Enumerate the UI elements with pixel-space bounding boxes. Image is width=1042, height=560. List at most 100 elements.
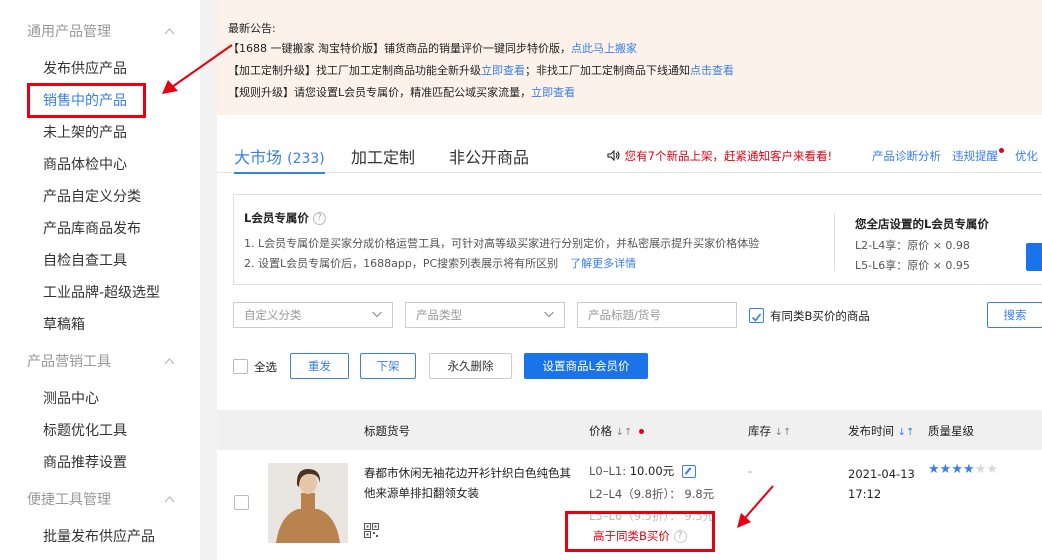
sort-icon[interactable]: ↓↑ (616, 427, 633, 438)
search-button[interactable]: 搜索 (987, 302, 1042, 328)
price-label: L0–L1: (589, 464, 627, 478)
notification-dot (998, 148, 1004, 153)
star-filled-icon: ★ (939, 462, 952, 477)
link-violation[interactable]: 违规提醒 (951, 148, 1004, 163)
announcement-text: 【加工定制升级】找工厂加工定制商品功能全新升级 (228, 64, 481, 77)
main-content: 最新公告: 【1688 一键搬家 淘宝特价版】铺货商品的销量评价一键同步特价版，… (217, 0, 1042, 560)
same-b-price-checkbox[interactable] (749, 308, 764, 323)
announcement-link-move[interactable]: 点此马上搬家 (571, 42, 637, 55)
sidebar-group-marketing[interactable]: 产品营销工具 (27, 351, 177, 373)
sidebar-item-library-publish[interactable]: 产品库商品发布 (43, 218, 141, 240)
sidebar-item-self-check[interactable]: 自检自查工具 (43, 250, 127, 272)
sidebar-item-not-listed[interactable]: 未上架的产品 (43, 122, 127, 144)
sort-icon[interactable]: ↓↑ (898, 427, 915, 438)
sidebar-group-tools[interactable]: 便捷工具管理 (27, 489, 177, 511)
row-checkbox[interactable] (234, 495, 249, 510)
announcement-text: ；非找工厂加工定制商品下线通知 (525, 64, 690, 77)
store-l-price-title: 您全店设置的L会员专属价 (855, 217, 989, 231)
star-empty-icon: ★ (986, 462, 998, 477)
top-links: 产品诊断分析 违规提醒 优化 (872, 148, 1038, 164)
highlight-box-sidebar (27, 83, 146, 118)
edit-icon[interactable] (681, 465, 696, 478)
chevron-up-icon (164, 358, 175, 365)
star-filled-icon: ★ (928, 462, 940, 477)
qrcode-icon[interactable] (364, 523, 379, 538)
announcement-text: 【规则升级】请您设置L会员专属价，精准匹配公域买家流量， (228, 86, 532, 99)
tab-private-products[interactable]: 非公开商品 (449, 144, 529, 168)
l-member-price-panel: L会员专属价 ? 1. L会员专属价是买家分成价格运营工具，可针对高等级买家进行… (233, 194, 1042, 285)
column-header-label: 库存 (748, 424, 771, 438)
price-l2l4: L2–L4（9.8折）： 9.8元 (589, 487, 715, 501)
l-member-title: L会员专属价 ? (244, 210, 326, 226)
same-b-price-label: 有同类B买价的商品 (770, 309, 870, 323)
title-search-input[interactable]: 产品标题/货号 (577, 302, 737, 328)
column-header-label: 价格 (589, 424, 612, 438)
chevron-down-icon (372, 311, 382, 318)
help-icon[interactable]: ? (312, 212, 326, 225)
republish-button[interactable]: 重发 (290, 353, 349, 379)
l-member-desc-text: 2. 设置L会员专属价后，1688app，PC搜索列表展示将有所区别 (244, 257, 559, 270)
panel-divider (834, 213, 835, 271)
star-filled-icon: ★ (951, 462, 963, 477)
tab-bar: 大市场 (233) 加工定制 非公开商品 您有7个新品上架，赶紧通知客户来看看!… (217, 139, 1042, 174)
tab-count: (233) (287, 151, 325, 167)
announcement-line: 【规则升级】请您设置L会员专属价，精准匹配公域买家流量，立即查看 (228, 82, 1042, 104)
link-diagnosis[interactable]: 产品诊断分析 (872, 149, 941, 163)
input-placeholder: 产品标题/货号 (588, 308, 661, 322)
sidebar-item-custom-category[interactable]: 产品自定义分类 (43, 186, 141, 208)
tab-market[interactable]: 大市场 (233) (234, 144, 325, 174)
announcement-title: 最新公告: (228, 22, 276, 35)
announcement-panel: 最新公告: 【1688 一键搬家 淘宝特价版】铺货商品的销量评价一键同步特价版，… (217, 0, 1042, 115)
chevron-up-icon (164, 496, 175, 503)
set-l-price-button[interactable]: 设置商品L会员价 (524, 353, 648, 379)
product-title[interactable]: 春都市休闲无袖花边开衫针织白色纯色其他来源单排扣翻领女装 (364, 463, 574, 503)
product-type-select[interactable]: 产品类型 (405, 302, 565, 328)
panel-action-button[interactable] (1026, 243, 1042, 271)
quality-stars: ★★★★★★ (928, 462, 998, 477)
announcement-link-click-view[interactable]: 点击查看 (690, 64, 734, 77)
link-optimize[interactable]: 优化 (1015, 149, 1038, 163)
stock-value: - (748, 464, 753, 478)
sort-icon[interactable]: ↓↑ (775, 427, 792, 438)
chevron-up-icon (164, 28, 175, 35)
select-value: 自定义分类 (244, 308, 302, 322)
custom-category-select[interactable]: 自定义分类 (233, 302, 393, 328)
offline-button[interactable]: 下架 (360, 353, 416, 379)
announcement-link-rules[interactable]: 立即查看 (531, 86, 575, 99)
sidebar-item-title-optimize[interactable]: 标题优化工具 (43, 420, 127, 442)
delete-forever-button[interactable]: 永久删除 (429, 353, 512, 379)
link-violation-label: 违规提醒 (951, 149, 998, 163)
select-all-checkbox[interactable] (233, 359, 248, 374)
price-l0l1: L0–L1: 10.00元 (589, 463, 696, 479)
store-l2l4-rate: L2-L4享：原价 × 0.98 (855, 239, 970, 252)
column-header-quality: 质量星级 (928, 424, 974, 438)
checkmark-icon (751, 313, 762, 322)
column-header-stock[interactable]: 库存 ↓↑ (748, 423, 791, 439)
price-value: 10.00元 (629, 464, 675, 478)
new-product-text: 您有7个新品上架，赶紧通知客户来看看! (624, 149, 833, 163)
column-header-time[interactable]: 发布时间 ↓↑ (848, 423, 914, 439)
learn-more-link[interactable]: 了解更多详情 (570, 257, 636, 270)
announcement-line: 【加工定制升级】找工厂加工定制商品功能全新升级立即查看；非找工厂加工定制商品下线… (228, 60, 1042, 82)
notification-dot (639, 429, 645, 434)
column-header-price[interactable]: 价格 ↓↑ (589, 423, 645, 439)
sidebar-group-label: 产品营销工具 (27, 354, 111, 370)
sidebar-item-test-center[interactable]: 测品中心 (43, 388, 99, 410)
tab-custom-processing[interactable]: 加工定制 (351, 144, 415, 168)
tab-label: 大市场 (234, 148, 283, 167)
sidebar-item-recommend[interactable]: 商品推荐设置 (43, 452, 127, 474)
sidebar-item-health-check[interactable]: 商品体检中心 (43, 154, 127, 176)
new-product-notice[interactable]: 您有7个新品上架，赶紧通知客户来看看! (607, 148, 832, 164)
highlight-box-warning (565, 511, 715, 552)
column-header-title: 标题货号 (364, 424, 410, 438)
announcement-link-view[interactable]: 立即查看 (481, 64, 525, 77)
sidebar-group-label: 通用产品管理 (27, 24, 111, 40)
store-l5l6-rate: L5-L6享：原价 × 0.95 (855, 259, 970, 272)
sidebar-group-product-management[interactable]: 通用产品管理 (27, 21, 177, 43)
sidebar-item-publish-supply[interactable]: 发布供应产品 (43, 58, 127, 80)
sidebar-item-batch-publish[interactable]: 批量发布供应产品 (43, 526, 155, 548)
product-thumbnail[interactable] (268, 463, 348, 543)
sidebar-item-brand-select[interactable]: 工业品牌-超级选型 (43, 282, 160, 304)
product-image (268, 463, 348, 543)
sidebar-item-drafts[interactable]: 草稿箱 (43, 314, 85, 336)
